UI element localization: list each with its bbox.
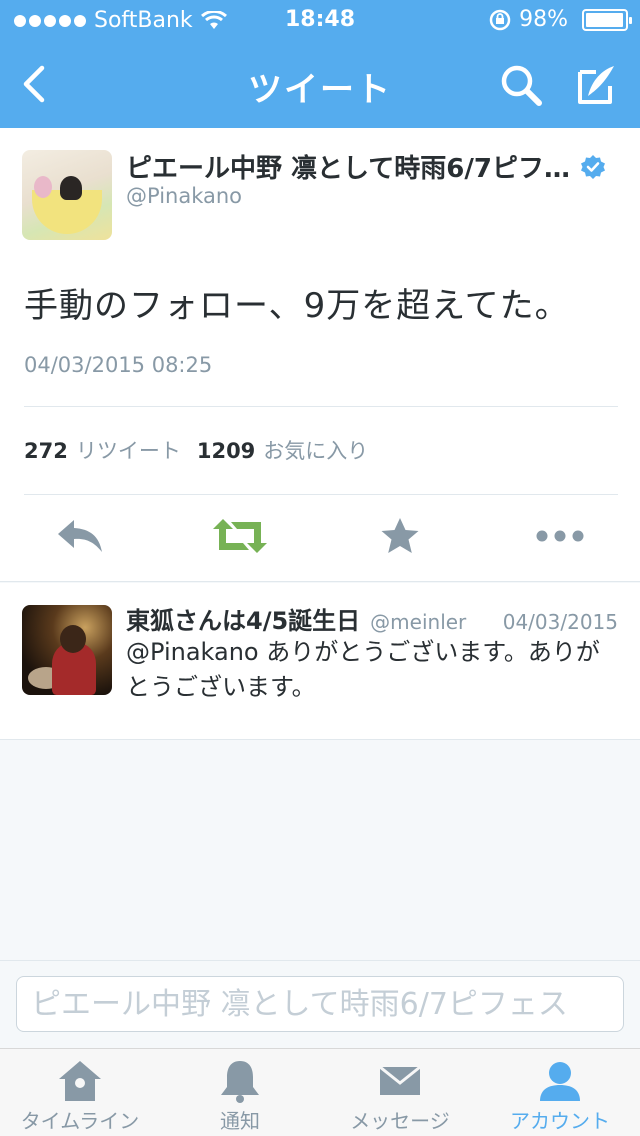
avatar[interactable] <box>22 150 112 240</box>
favorite-icon <box>381 518 419 553</box>
tweet-actions <box>0 508 640 568</box>
tab-account[interactable]: アカウント <box>480 1049 640 1136</box>
tweet-detail: ピエール中野 凛として時雨6/7ピフ… @Pinakano 手動のフォロー、9万… <box>0 128 640 582</box>
tab-bar: タイムライン 通知 メッセージ アカウント <box>0 1048 640 1136</box>
tweet-timestamp: 04/03/2015 08:25 <box>24 353 213 377</box>
author-handle[interactable]: @Pinakano <box>126 184 242 208</box>
tweet-text: 手動のフォロー、9万を超えてた。 <box>24 286 570 326</box>
favorite-label[interactable]: お気に入り <box>263 435 368 465</box>
divider <box>24 406 618 407</box>
reply-author-handle[interactable]: @meinler <box>370 610 466 634</box>
retweet-label[interactable]: リツイート <box>76 435 181 465</box>
author-name[interactable]: ピエール中野 凛として時雨6/7ピフ… <box>126 148 570 185</box>
battery-fill <box>586 12 624 27</box>
home-icon <box>59 1061 101 1101</box>
favorite-button[interactable] <box>370 508 430 564</box>
reply-date: 04/03/2015 <box>502 610 618 634</box>
tab-label: メッセージ <box>350 1109 450 1133</box>
author-row: ピエール中野 凛として時雨6/7ピフ… <box>126 148 606 185</box>
tab-label: タイムライン <box>20 1109 140 1133</box>
search-icon[interactable] <box>498 62 544 108</box>
more-icon <box>536 530 584 542</box>
reply-icon <box>58 520 102 552</box>
divider <box>24 494 618 495</box>
battery-percent: 98% <box>519 7 568 32</box>
retweet-button[interactable] <box>210 508 270 564</box>
tweet-stats: 272 リツイート 1209 お気に入り <box>24 435 384 465</box>
tab-messages[interactable]: メッセージ <box>320 1049 480 1136</box>
rotation-lock-icon <box>489 9 511 30</box>
battery-icon <box>582 8 632 31</box>
page-title: ツイート <box>248 70 392 110</box>
retweet-count[interactable]: 272 <box>24 439 68 463</box>
reply-text: @Pinakano ありがとうございます。ありがとうございます。 <box>126 638 600 701</box>
tab-label: 通知 <box>220 1109 260 1133</box>
reply-author-name[interactable]: 東狐さんは4/5誕生日 <box>126 601 360 636</box>
tab-label: アカウント <box>510 1109 610 1133</box>
reply-header: 東狐さんは4/5誕生日 @meinler 04/03/2015 <box>126 601 618 636</box>
reply-tweet[interactable]: 東狐さんは4/5誕生日 @meinler 04/03/2015 @Pinakan… <box>0 583 640 740</box>
bell-icon <box>221 1061 259 1103</box>
reply-button[interactable] <box>50 508 110 564</box>
envelope-icon <box>379 1065 421 1095</box>
verified-badge-icon <box>580 154 605 179</box>
tab-notifications[interactable]: 通知 <box>160 1049 320 1136</box>
status-right: 98% <box>489 7 632 32</box>
reply-input[interactable] <box>16 976 624 1032</box>
compose-icon[interactable] <box>574 62 620 108</box>
reply-composer <box>0 960 640 1048</box>
top-bar: SoftBank 18:48 98% ツイート <box>0 0 640 128</box>
person-icon <box>540 1062 580 1101</box>
more-button[interactable] <box>530 508 590 564</box>
tab-timeline[interactable]: タイムライン <box>0 1049 160 1136</box>
avatar[interactable] <box>22 605 112 695</box>
retweet-icon <box>213 519 267 553</box>
nav-bar: ツイート <box>0 40 640 128</box>
favorite-count[interactable]: 1209 <box>197 439 255 463</box>
status-bar: SoftBank 18:48 98% <box>0 0 640 40</box>
